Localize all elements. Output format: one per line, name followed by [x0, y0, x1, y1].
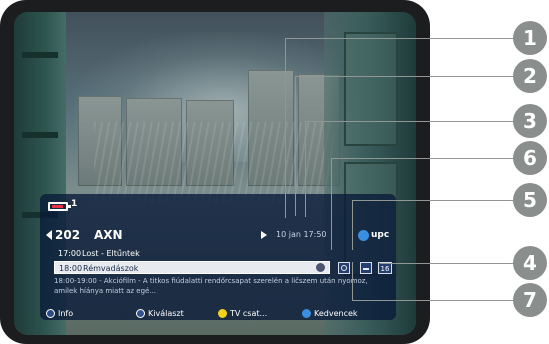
info-banner-top: 1: [40, 194, 396, 216]
previous-channel-icon[interactable]: [46, 230, 52, 240]
hint-select[interactable]: Kiválaszt: [136, 307, 184, 320]
callout-badge-4: 4: [513, 246, 547, 280]
callout-line-1: [285, 38, 286, 218]
callout-badge-1: 1: [513, 21, 547, 55]
callout-line-7: [352, 262, 353, 300]
callout-line-2: [295, 76, 296, 216]
callout-badge-2: 2: [513, 59, 547, 93]
hint-select-label: Kiválaszt: [148, 309, 184, 318]
programme-row-next-selected[interactable]: 18:00 Rémvadászok: [54, 261, 330, 274]
callout-line-5: [352, 200, 353, 250]
callout-badge-6: 6: [513, 141, 547, 175]
callout-badge-5: 5: [513, 183, 547, 217]
subtitle-icon: [360, 262, 372, 274]
yellow-key-icon: [218, 309, 227, 318]
ok-key-icon: [136, 309, 145, 318]
background-rain: [94, 122, 334, 202]
provider-logo-text: upc: [371, 230, 390, 240]
audio-language-icon: [338, 262, 350, 274]
callout-line-1: [285, 38, 517, 39]
blue-key-icon: [302, 309, 311, 318]
hint-favourites-label: Kedvencek: [314, 309, 358, 318]
hint-info[interactable]: Info: [46, 307, 73, 320]
callout-line-2: [295, 76, 517, 77]
info-banner: 1 202 AXN 10 jan 17:50 upc 17:00 Lost - …: [40, 194, 396, 320]
key-hint-bar: Info Kiválaszt TV csat... Kedvencek: [40, 307, 396, 320]
reminder-icon: [316, 263, 325, 272]
tv-screen: 1 202 AXN 10 jan 17:50 upc 17:00 Lost - …: [14, 12, 416, 335]
hint-tv-channels-label: TV csat...: [230, 309, 268, 318]
wall-panel: [344, 32, 398, 146]
channel-number: 202: [55, 228, 81, 242]
callout-line-3: [305, 121, 306, 217]
battery-icon: [48, 202, 71, 211]
channel-name: AXN: [94, 228, 123, 242]
callout-badge-3: 3: [513, 104, 547, 138]
callout-line-3: [305, 121, 517, 122]
callout-badge-7: 7: [513, 283, 547, 317]
callout-line-7: [352, 300, 517, 301]
channel-row[interactable]: 202 AXN 10 jan 17:50 upc: [40, 228, 396, 244]
programme-time: 17:00: [58, 249, 82, 258]
programme-title: Lost - Eltűntek: [82, 249, 140, 258]
programme-time: 18:00: [59, 264, 83, 273]
programme-row-current[interactable]: 17:00 Lost - Eltűntek: [54, 247, 330, 260]
callout-line-4: [380, 263, 517, 264]
programme-description: 18:00-19:00 - Akciófilm - A titkos fiúda…: [54, 277, 368, 295]
hint-tv-channels[interactable]: TV csat...: [218, 307, 267, 320]
callout-line-6: [331, 158, 332, 250]
hint-favourites[interactable]: Kedvencek: [302, 307, 358, 320]
programme-title: Rémvadászok: [83, 264, 139, 273]
info-key-icon: [46, 309, 55, 318]
hint-info-label: Info: [58, 309, 74, 318]
date-time: 10 jan 17:50: [276, 230, 327, 239]
upc-logo-icon: [358, 229, 369, 241]
provider-logo: upc: [358, 228, 389, 242]
callout-line-6: [331, 158, 517, 159]
tv-frame: 1 202 AXN 10 jan 17:50 upc 17:00 Lost - …: [0, 0, 430, 344]
callout-line-5: [352, 200, 517, 201]
wall-bar: [22, 52, 58, 58]
status-number: 1: [71, 199, 78, 209]
wall-bar: [22, 132, 58, 138]
play-icon: [261, 231, 267, 239]
